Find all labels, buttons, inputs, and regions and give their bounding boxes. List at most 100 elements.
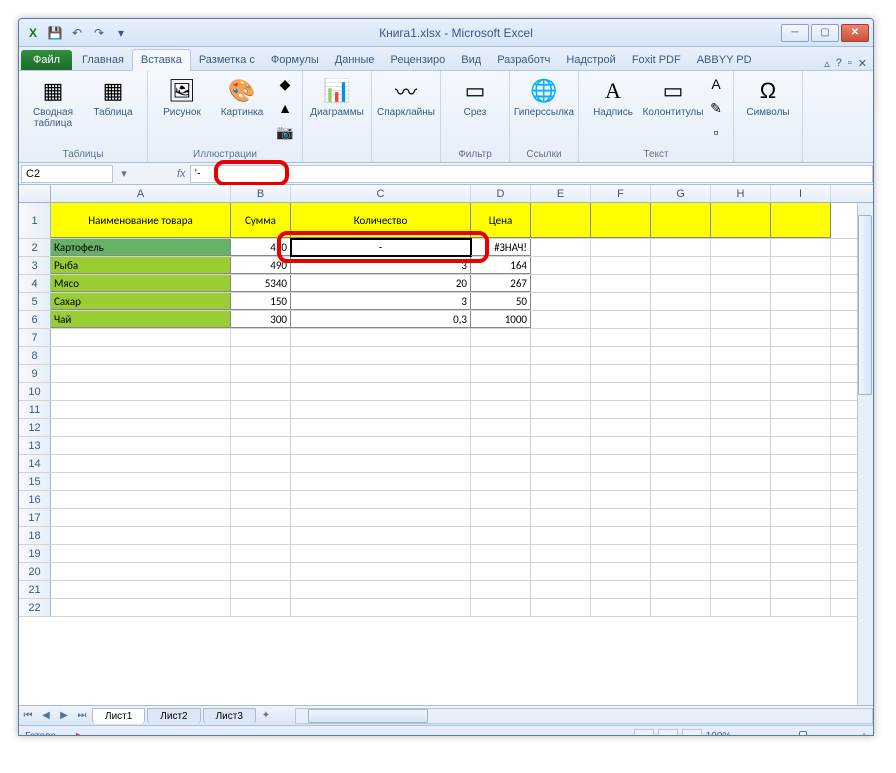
zoom-thumb[interactable] <box>799 731 807 737</box>
clipart-button[interactable]: 🎨Картинка <box>214 73 270 120</box>
page-break-view-button[interactable] <box>682 729 702 737</box>
smartart-button[interactable]: ▲ <box>274 97 296 119</box>
row-header-19[interactable]: 19 <box>19 545 51 562</box>
tab-insert[interactable]: Вставка <box>132 49 191 71</box>
sheet-nav-next[interactable]: ▶ <box>55 708 73 724</box>
cell-c3[interactable]: 3 <box>291 257 471 274</box>
col-header-b[interactable]: B <box>231 185 291 202</box>
save-button[interactable]: 💾 <box>45 23 65 43</box>
slicer-button[interactable]: ▭Срез <box>447 73 503 120</box>
row-header-14[interactable]: 14 <box>19 455 51 472</box>
row-header-22[interactable]: 22 <box>19 599 51 616</box>
table-button[interactable]: ▦Таблица <box>85 73 141 120</box>
macro-record-icon[interactable]: ▶ <box>76 731 84 736</box>
vertical-scrollbar[interactable] <box>857 203 873 705</box>
row-header-11[interactable]: 11 <box>19 401 51 418</box>
col-header-f[interactable]: F <box>591 185 651 202</box>
wordart-button[interactable]: A <box>705 73 727 95</box>
name-box[interactable] <box>21 165 113 183</box>
cell-b6[interactable]: 300 <box>231 311 291 328</box>
cell-c4[interactable]: 20 <box>291 275 471 292</box>
picture-button[interactable]: 🖼Рисунок <box>154 73 210 120</box>
tab-abbyy[interactable]: ABBYY PD <box>689 50 760 70</box>
tab-layout[interactable]: Разметка с <box>191 50 263 70</box>
cell-b3[interactable]: 490 <box>231 257 291 274</box>
sheet-tab-2[interactable]: Лист2 <box>147 708 200 724</box>
cell-b4[interactable]: 5340 <box>231 275 291 292</box>
row-header-15[interactable]: 15 <box>19 473 51 490</box>
cell-a6[interactable]: Чай <box>51 311 231 328</box>
col-header-e[interactable]: E <box>531 185 591 202</box>
shapes-button[interactable]: ◆ <box>274 73 296 95</box>
page-layout-view-button[interactable] <box>658 729 678 737</box>
pivot-table-button[interactable]: ▦Сводная таблица <box>25 73 81 131</box>
cell-d3[interactable]: 164 <box>471 257 531 274</box>
cell-a5[interactable]: Сахар <box>51 293 231 310</box>
header-price[interactable]: Цена <box>471 203 531 238</box>
sheet-tab-1[interactable]: Лист1 <box>92 708 145 724</box>
row-header-1[interactable]: 1 <box>19 203 51 238</box>
vscroll-thumb[interactable] <box>858 215 872 395</box>
tab-data[interactable]: Данные <box>327 50 383 70</box>
col-header-i[interactable]: I <box>771 185 831 202</box>
cell-c5[interactable]: 3 <box>291 293 471 310</box>
zoom-slider[interactable] <box>751 735 851 737</box>
screenshot-button[interactable]: 📷 <box>274 121 296 143</box>
charts-button[interactable]: 📊Диаграммы <box>309 73 365 120</box>
row-header-20[interactable]: 20 <box>19 563 51 580</box>
name-box-dropdown-icon[interactable]: ▾ <box>115 165 133 183</box>
col-header-d[interactable]: D <box>471 185 531 202</box>
tab-addins[interactable]: Надстрой <box>558 50 623 70</box>
cell-a4[interactable]: Мясо <box>51 275 231 292</box>
select-all-corner[interactable] <box>19 185 51 202</box>
maximize-button[interactable]: ▢ <box>811 24 839 42</box>
row-header-8[interactable]: 8 <box>19 347 51 364</box>
cell-b5[interactable]: 150 <box>231 293 291 310</box>
textbox-button[interactable]: AНадпись <box>585 73 641 120</box>
tab-review[interactable]: Рецензиро <box>383 50 454 70</box>
col-header-h[interactable]: H <box>711 185 771 202</box>
zoom-in-button[interactable]: + <box>861 731 867 736</box>
row-header-13[interactable]: 13 <box>19 437 51 454</box>
row-header-21[interactable]: 21 <box>19 581 51 598</box>
tab-foxit[interactable]: Foxit PDF <box>624 50 689 70</box>
header-sum[interactable]: Сумма <box>231 203 291 238</box>
object-button[interactable]: ▫ <box>705 121 727 143</box>
tab-view[interactable]: Вид <box>453 50 489 70</box>
cell-c6[interactable]: 0,3 <box>291 311 471 328</box>
cell-d5[interactable]: 50 <box>471 293 531 310</box>
window-close-icon[interactable]: ✕ <box>858 57 867 70</box>
row-header-18[interactable]: 18 <box>19 527 51 544</box>
tab-developer[interactable]: Разработч <box>489 50 558 70</box>
cell-c2[interactable]: - <box>291 239 471 256</box>
cell-d6[interactable]: 1000 <box>471 311 531 328</box>
cell-d2[interactable]: #ЗНАЧ! <box>471 239 531 256</box>
row-header-3[interactable]: 3 <box>19 257 51 274</box>
row-header-17[interactable]: 17 <box>19 509 51 526</box>
row-header-4[interactable]: 4 <box>19 275 51 292</box>
new-sheet-button[interactable]: ✦ <box>257 708 275 724</box>
help-icon[interactable]: ? <box>836 57 842 70</box>
row-header-16[interactable]: 16 <box>19 491 51 508</box>
row-header-5[interactable]: 5 <box>19 293 51 310</box>
symbols-button[interactable]: ΩСимволы <box>740 73 796 120</box>
row-header-2[interactable]: 2 <box>19 239 51 256</box>
cell-b2[interactable]: 450 <box>231 239 291 256</box>
window-restore-icon[interactable]: ▫ <box>848 57 852 70</box>
sheet-tab-3[interactable]: Лист3 <box>203 708 256 724</box>
sheet-nav-first[interactable]: ⏮ <box>19 708 37 724</box>
tab-home[interactable]: Главная <box>74 50 132 70</box>
header-qty[interactable]: Количество <box>291 203 471 238</box>
sheet-nav-prev[interactable]: ◀ <box>37 708 55 724</box>
minimize-button[interactable]: ─ <box>781 24 809 42</box>
undo-button[interactable]: ↶ <box>67 23 87 43</box>
cell-a2[interactable]: Картофель <box>51 239 231 256</box>
file-tab[interactable]: Файл <box>21 50 72 70</box>
cell-a3[interactable]: Рыба <box>51 257 231 274</box>
spreadsheet-grid[interactable]: A B C D E F G H I 1 Наименование товара … <box>19 185 873 705</box>
normal-view-button[interactable] <box>634 729 654 737</box>
row-header-7[interactable]: 7 <box>19 329 51 346</box>
row-header-9[interactable]: 9 <box>19 365 51 382</box>
cell-d4[interactable]: 267 <box>471 275 531 292</box>
formula-input[interactable] <box>190 165 873 183</box>
